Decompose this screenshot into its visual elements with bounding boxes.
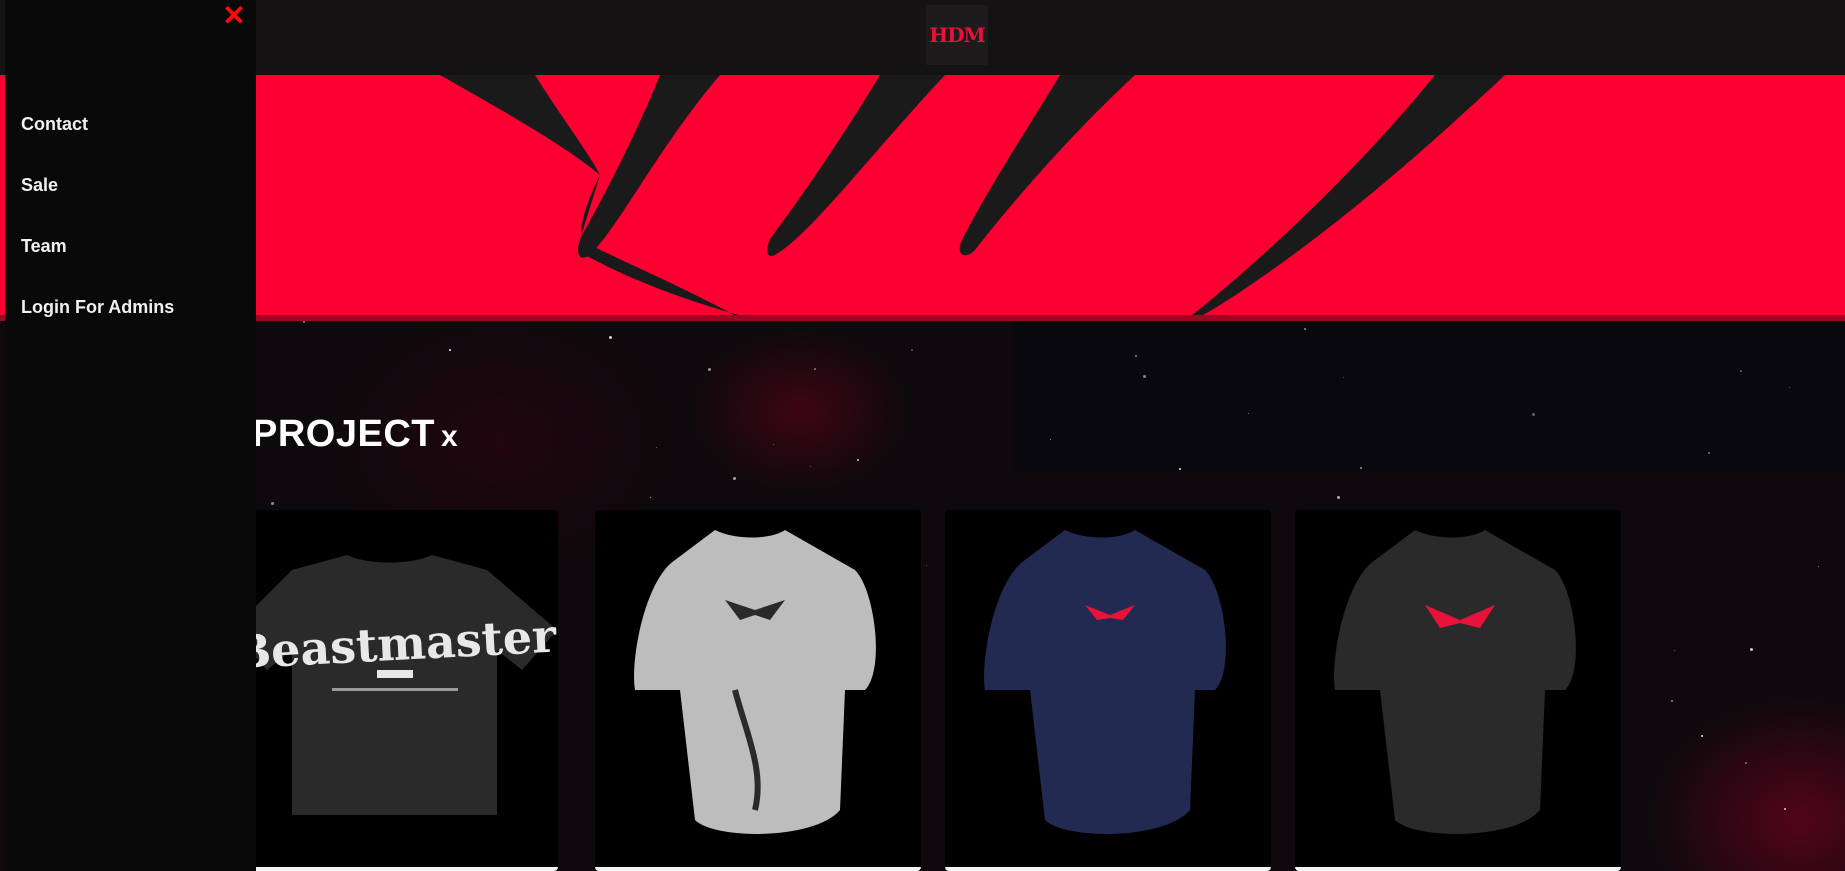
star [1671, 700, 1673, 702]
star [609, 336, 612, 339]
star [708, 368, 711, 371]
star [449, 349, 451, 351]
card-footer-strip [595, 867, 921, 871]
product-card[interactable] [945, 510, 1271, 871]
star [1818, 566, 1819, 567]
star [1248, 413, 1249, 414]
star [1143, 375, 1146, 378]
menu-item-login-admins[interactable]: Login For Admins [21, 297, 174, 318]
star [911, 349, 913, 351]
background-panel [1013, 321, 1845, 471]
section-title: PROJECT x [252, 413, 458, 456]
menu-item-team[interactable]: Team [21, 236, 67, 257]
claw-marks-graphic [440, 75, 1505, 321]
star [1135, 355, 1137, 357]
card-footer-strip [232, 867, 558, 871]
card-footer-strip [945, 867, 1271, 871]
star [656, 447, 657, 448]
product-card[interactable] [595, 510, 921, 871]
close-icon[interactable]: ✕ [220, 2, 248, 30]
star [814, 368, 816, 370]
side-menu: ✕ Contact Sale Team Login For Admins [5, 0, 256, 871]
compression-shirt-icon [634, 530, 876, 834]
star [1708, 452, 1710, 454]
star [303, 321, 305, 323]
star [271, 502, 274, 505]
menu-item-contact[interactable]: Contact [21, 114, 88, 135]
star [1674, 650, 1675, 651]
star [1304, 328, 1306, 330]
star [1784, 808, 1786, 810]
star [1343, 377, 1344, 378]
menu-item-sale[interactable]: Sale [21, 175, 58, 196]
star [1337, 496, 1340, 499]
star [1745, 762, 1747, 764]
compression-shirt-icon [984, 530, 1226, 834]
oversized-tshirt-icon: Beastmaster [232, 555, 558, 815]
star [1179, 468, 1181, 470]
star [773, 444, 774, 445]
star [926, 565, 927, 566]
star [1701, 735, 1703, 737]
card-footer-strip [1295, 867, 1621, 871]
star [1360, 467, 1362, 469]
product-card[interactable] [1295, 510, 1621, 871]
star [650, 497, 651, 498]
star [1789, 387, 1790, 388]
star [733, 477, 736, 480]
star [857, 459, 859, 461]
section-title-text: PROJECT [252, 413, 435, 455]
star [1750, 648, 1753, 651]
brand-logo[interactable]: HDM [926, 5, 988, 65]
star [810, 466, 811, 467]
section-title-suffix: x [440, 420, 459, 453]
product-card[interactable]: Beastmaster [232, 510, 558, 871]
star [1740, 370, 1742, 372]
star [1050, 439, 1051, 440]
hero-banner [0, 75, 1845, 321]
header-bar: HDM [0, 0, 1845, 75]
star [1532, 413, 1535, 416]
compression-shirt-icon [1334, 530, 1576, 834]
